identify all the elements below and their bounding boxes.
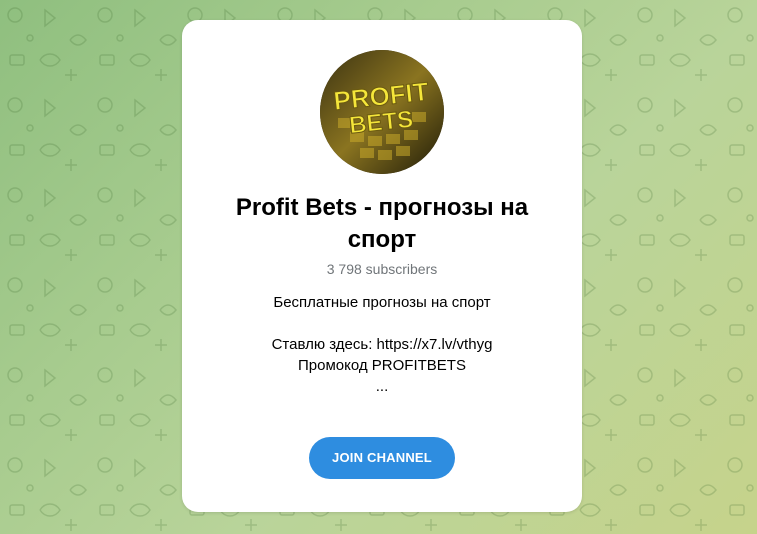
description-line: ... xyxy=(375,378,389,395)
subscriber-count: 3 798 subscribers xyxy=(326,261,438,277)
channel-description: Бесплатные прогнозы на спорт Ставлю здес… xyxy=(202,292,562,397)
channel-avatar: PROFIT BETS xyxy=(320,50,444,174)
channel-card: PROFIT BETS Profit Bets - прогнозы на сп… xyxy=(182,20,582,512)
description-line xyxy=(202,313,562,334)
description-line: Ставлю здесь: https://x7.lv/vthyg xyxy=(271,336,493,353)
description-line: Промокод PROFITBETS xyxy=(298,357,466,374)
join-channel-button[interactable]: JOIN CHANNEL xyxy=(309,437,455,479)
description-line: Бесплатные прогнозы на спорт xyxy=(273,294,491,311)
channel-title: Profit Bets - прогнозы на спорт xyxy=(235,194,529,253)
